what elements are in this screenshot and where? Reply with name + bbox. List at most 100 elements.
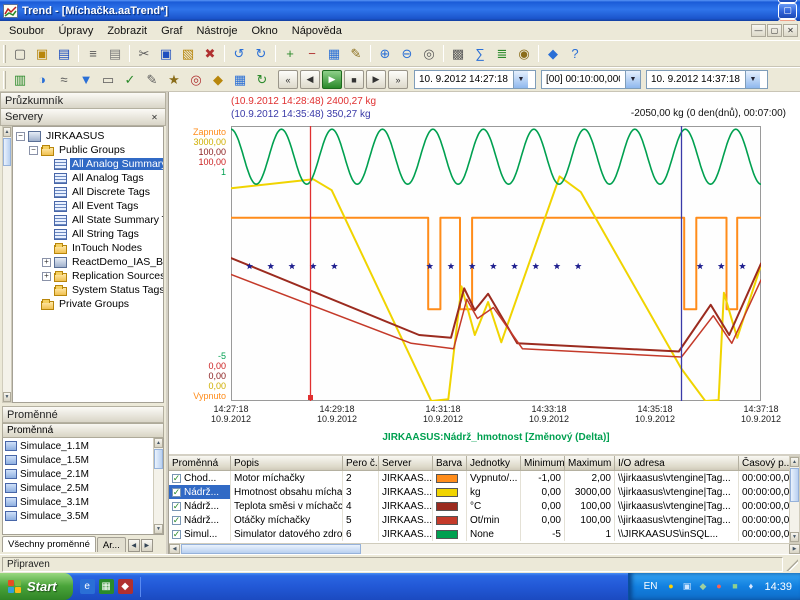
table-hscrollbar[interactable]: ◀ ▶	[169, 543, 800, 554]
tab-all-variables[interactable]: Všechny proměnné	[2, 536, 96, 552]
tree-item-public-groups[interactable]: −Public Groups	[13, 143, 163, 157]
cell-maximum[interactable]: 100,00	[565, 513, 615, 527]
cell-time-offset[interactable]: 00:00:00,000	[739, 499, 789, 513]
cell-variable[interactable]: ✓Simul...	[169, 527, 231, 541]
antivirus-tray-icon[interactable]: ●	[712, 580, 725, 593]
pen-row-simulator-datov-ho-zdroj[interactable]: ✓Simul...Simulator datového zdroj...6JIR…	[169, 527, 789, 541]
toolbar-grip[interactable]	[3, 45, 6, 63]
cell-minimum[interactable]: 0,00	[521, 485, 565, 499]
variable-simulace-3-1m[interactable]: Simulace_3.1M	[3, 495, 153, 509]
tree-item-all-analog-summary-tags[interactable]: All Analog Summary Tags	[13, 157, 163, 171]
variable-simulace-2-5m[interactable]: Simulace_2.5M	[3, 481, 153, 495]
cell-server[interactable]: JIRKAAS...	[379, 513, 433, 527]
tree-item-all-string-tags[interactable]: All String Tags	[13, 227, 163, 241]
pen-row-teplota-sm-si-v-m-cha-ce[interactable]: ✓Nádrž...Teplota směsi v míchačce4JIRKAA…	[169, 499, 789, 513]
menu-zobrazit[interactable]: Zobrazit	[100, 23, 154, 39]
scroll-down-icon[interactable]: ▼	[154, 524, 163, 534]
cell-variable[interactable]: ✓Nádrž...	[169, 513, 231, 527]
scroll-up-icon[interactable]: ▲	[790, 457, 799, 467]
tab-archive[interactable]: Ar...	[97, 537, 126, 552]
tree-item-all-analog-tags[interactable]: All Analog Tags	[13, 171, 163, 185]
cell-server[interactable]: JIRKAAS...	[379, 527, 433, 541]
layout-button[interactable]: ▦	[229, 69, 251, 90]
cell-time-offset[interactable]: 00:00:00,000	[739, 513, 789, 527]
cell-time-offset[interactable]: 00:00:00,000	[739, 485, 789, 499]
menu-n-pov-da[interactable]: Nápověda	[285, 23, 349, 39]
column-header-server[interactable]: Server	[379, 456, 433, 471]
undo-button[interactable]: ↺	[228, 43, 250, 64]
updates-tray-icon[interactable]: ●	[664, 580, 677, 593]
cell-variable[interactable]: ✓Nádrž...	[169, 499, 231, 513]
collapse-toggle[interactable]: −	[16, 132, 25, 141]
chevron-down-icon[interactable]: ▼	[513, 71, 528, 88]
column-header-maximum[interactable]: Maximum	[565, 456, 615, 471]
toolbar-grip-2[interactable]	[3, 71, 6, 89]
cell-description[interactable]: Simulator datového zdroj...	[231, 527, 343, 541]
cell-maximum[interactable]: 1	[565, 527, 615, 541]
tree-item-system-status-tags[interactable]: System Status Tags	[13, 283, 163, 297]
duration-picker[interactable]: [00] 00:10:00,000 ▼	[541, 70, 641, 89]
column-header-popis[interactable]: Popis	[231, 456, 343, 471]
cell-time-offset[interactable]: 00:00:00,000	[739, 527, 789, 541]
mdi-restore-button[interactable]: ▢	[767, 24, 782, 37]
column-header-pero[interactable]: Pero č.	[343, 456, 379, 471]
cut-button[interactable]: ✂	[133, 43, 155, 64]
cell-maximum[interactable]: 2,00	[565, 471, 615, 485]
pen-style-button[interactable]: ◆	[207, 69, 229, 90]
column-header-prom-nn[interactable]: Proměnná	[169, 456, 231, 471]
open-button[interactable]: ▣	[31, 43, 53, 64]
collapse-toggle[interactable]: −	[29, 146, 38, 155]
cell-io-address[interactable]: \\jirkaasus\vtengine|Tag...	[615, 471, 739, 485]
cell-units[interactable]: Ot/min	[467, 513, 521, 527]
tree-item-replication-sources[interactable]: +Replication Sources	[13, 269, 163, 283]
variable-simulace-2-1m[interactable]: Simulace_2.1M	[3, 467, 153, 481]
media-player-icon[interactable]: ◆	[118, 579, 133, 594]
zoom-reset-button[interactable]: ◎	[418, 43, 440, 64]
chevron-down-icon[interactable]: ▼	[625, 71, 640, 88]
save-button[interactable]: ▤	[53, 43, 75, 64]
values-button[interactable]: ✓	[119, 69, 141, 90]
refresh-button[interactable]: ↻	[251, 69, 273, 90]
cell-color[interactable]	[433, 471, 467, 485]
pen-row-hmotnost-obsahu-m-cha[interactable]: ✓Nádrž...Hmotnost obsahu mícha...3JIRKAA…	[169, 485, 789, 499]
mdi-minimize-button[interactable]: —	[751, 24, 766, 37]
column-header-jednotky[interactable]: Jednotky	[467, 456, 521, 471]
help-button[interactable]: ?	[564, 43, 586, 64]
scroll-down-icon[interactable]: ▼	[3, 392, 11, 402]
scroll-thumb[interactable]	[790, 468, 799, 502]
print-button[interactable]: ≡	[82, 43, 104, 64]
tree-item-intouch-nodes[interactable]: InTouch Nodes	[13, 241, 163, 255]
tooltip-button[interactable]: ✎	[141, 69, 163, 90]
step-forward-button[interactable]: ▶	[366, 70, 386, 89]
column-header-asov-p[interactable]: Časový p...	[739, 456, 789, 471]
jump-end-button[interactable]: »	[388, 70, 408, 89]
target-button[interactable]: ◎	[185, 69, 207, 90]
scroll-thumb[interactable]	[154, 449, 163, 469]
column-header-barva[interactable]: Barva	[433, 456, 467, 471]
show-desktop-icon[interactable]: ▦	[99, 579, 114, 594]
maximize-button[interactable]: ▢	[778, 3, 797, 19]
cell-pen-number[interactable]: 4	[343, 499, 379, 513]
title-bar[interactable]: Trend - [Míchačka.aaTrend*] —▢✕	[0, 0, 800, 21]
time-range-button[interactable]: ◑	[31, 69, 53, 90]
pen-visible-checkbox[interactable]: ✓	[172, 502, 181, 511]
tree-scrollbar[interactable]: ▲ ▼	[2, 126, 12, 403]
cell-minimum[interactable]: -1,00	[521, 471, 565, 485]
variable-simulace-1-5m[interactable]: Simulace_1.5M	[3, 453, 153, 467]
cell-server[interactable]: JIRKAAS...	[379, 485, 433, 499]
expand-toggle[interactable]: +	[42, 258, 51, 267]
print-preview-button[interactable]: ▤	[104, 43, 126, 64]
messenger-tray-icon[interactable]: ♦	[744, 580, 757, 593]
cell-description[interactable]: Motor míchačky	[231, 471, 343, 485]
cell-description[interactable]: Otáčky míchačky	[231, 513, 343, 527]
add-pen-button[interactable]: +	[279, 43, 301, 64]
menu-n-stroje[interactable]: Nástroje	[189, 23, 244, 39]
expand-toggle[interactable]: +	[42, 272, 51, 281]
menu-okno[interactable]: Okno	[244, 23, 284, 39]
cell-units[interactable]: Vypnuto/...	[467, 471, 521, 485]
cell-variable[interactable]: ✓Chod...	[169, 471, 231, 485]
cell-pen-number[interactable]: 5	[343, 513, 379, 527]
pen-visible-checkbox[interactable]: ✓	[172, 474, 181, 483]
network-tray-icon[interactable]: ▣	[680, 580, 693, 593]
cell-description[interactable]: Teplota směsi v míchačce	[231, 499, 343, 513]
